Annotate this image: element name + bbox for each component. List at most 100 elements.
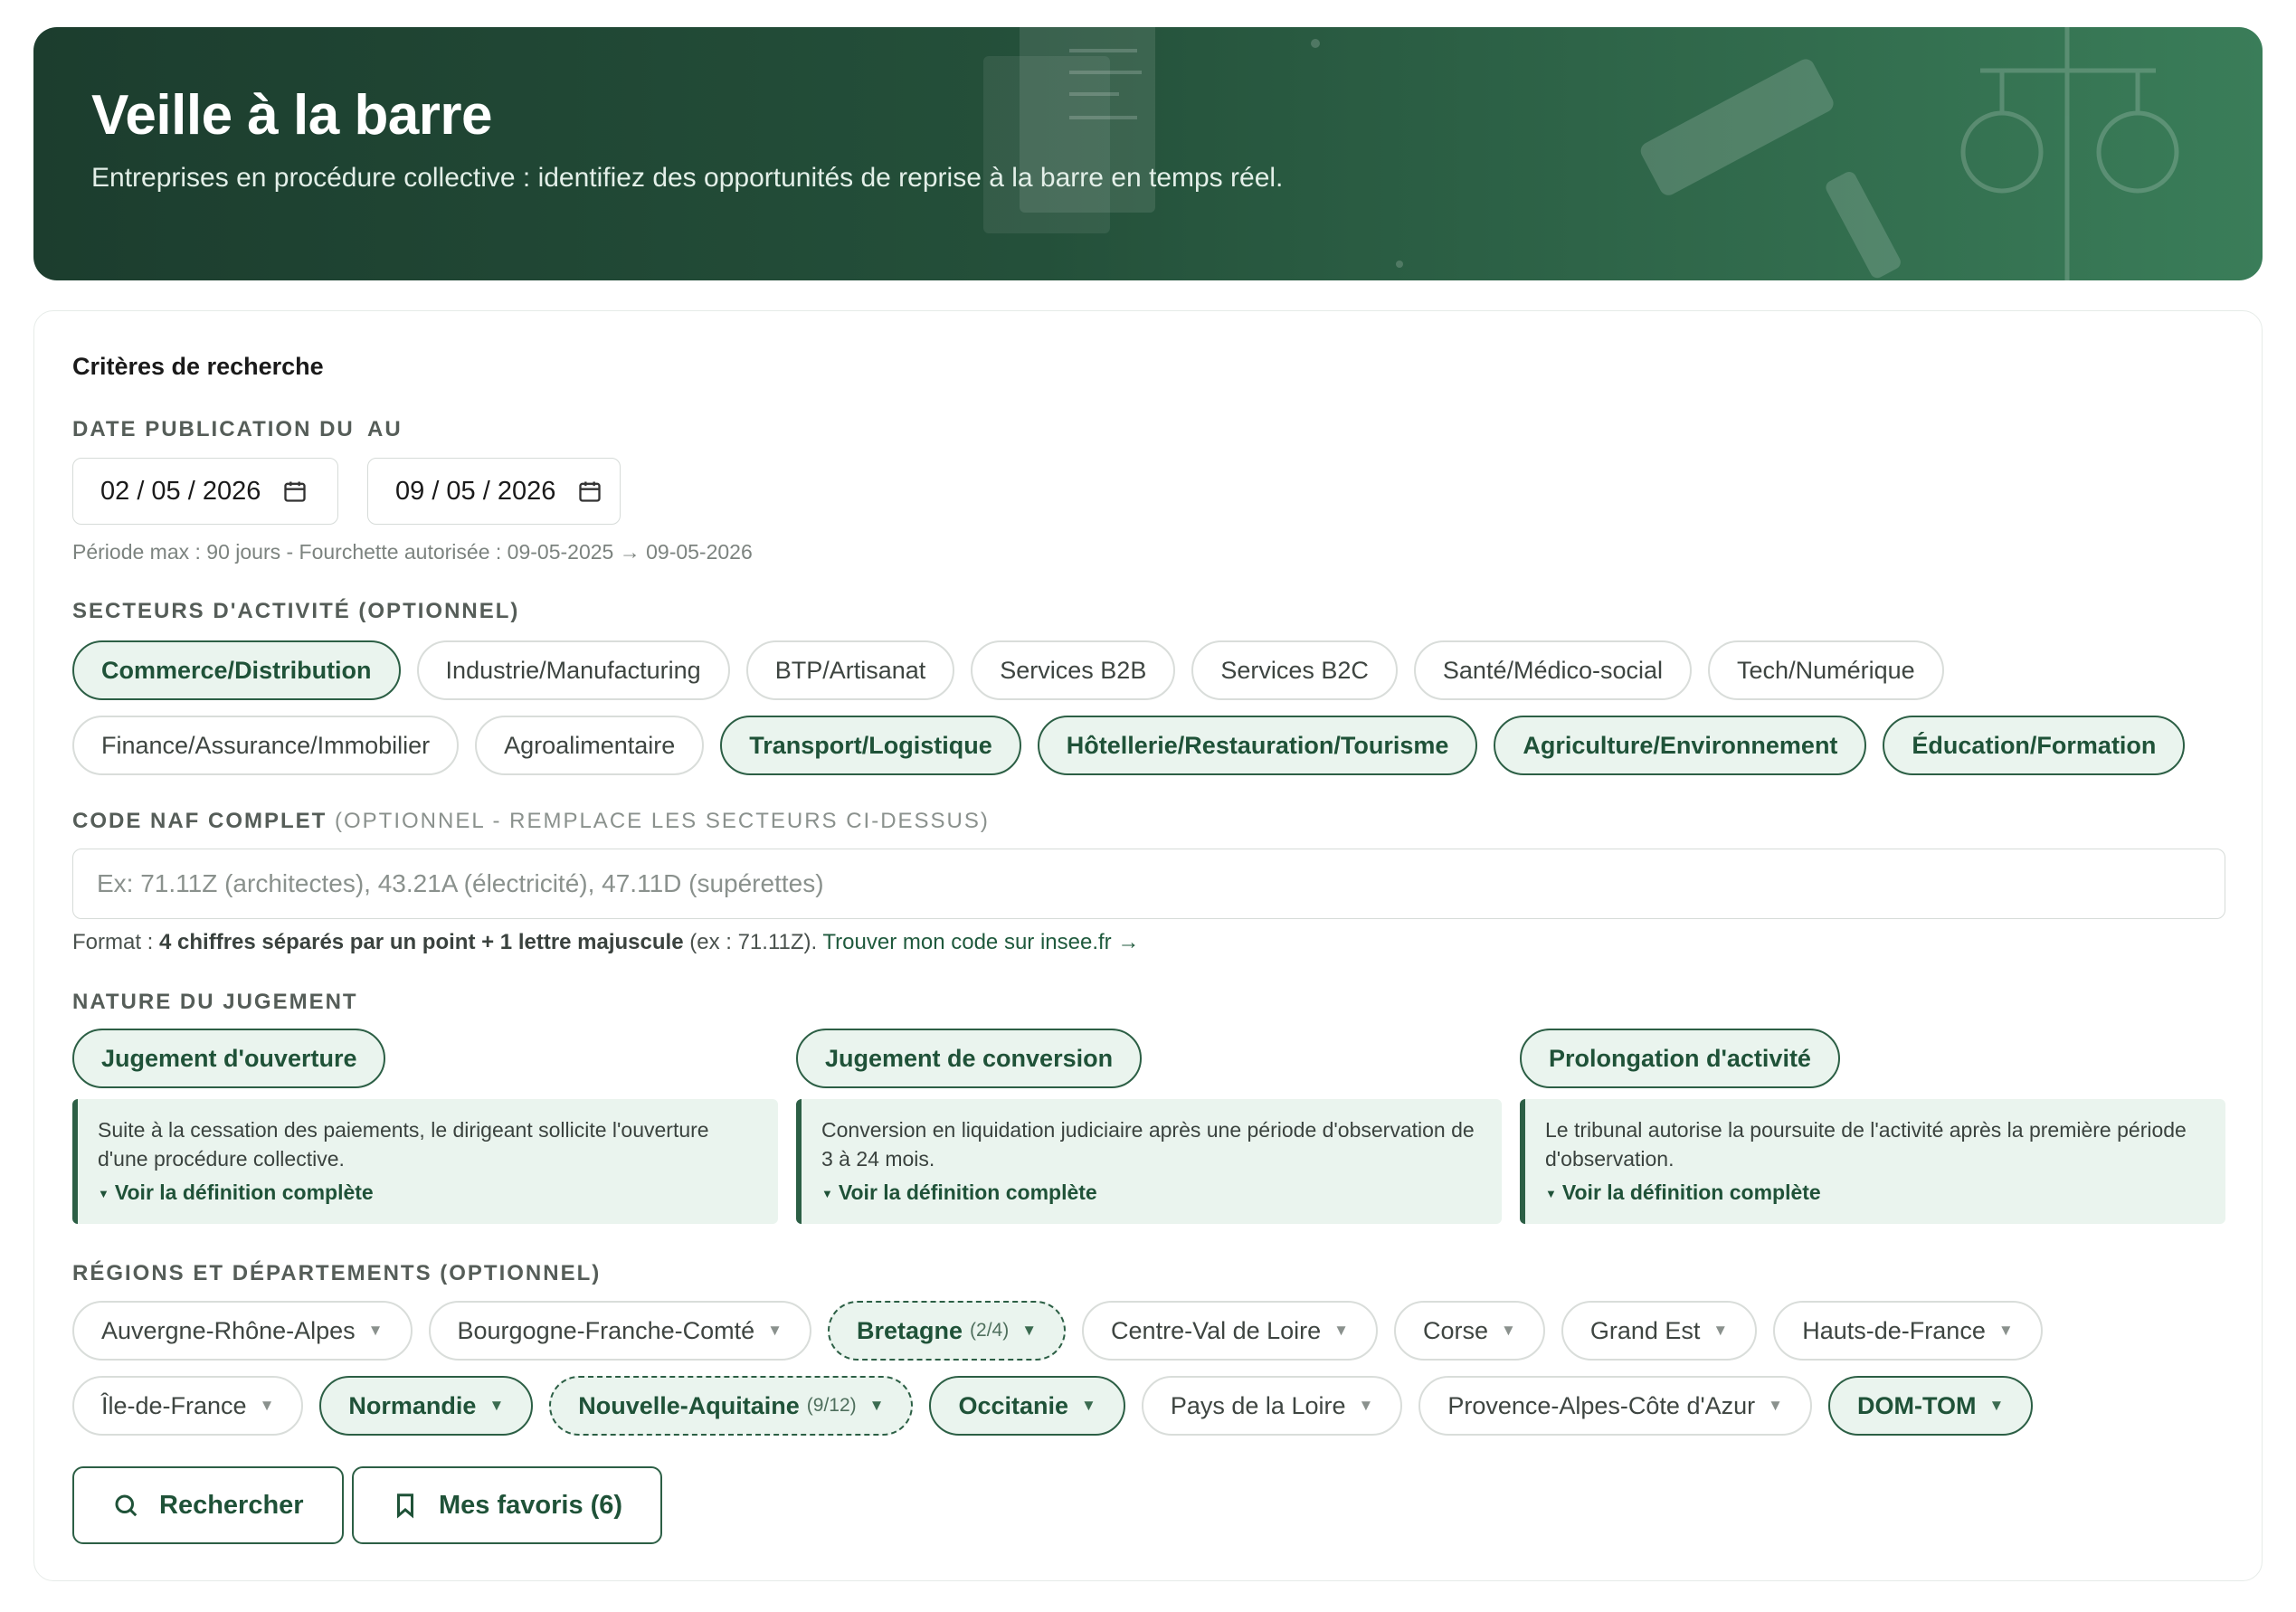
region-chip[interactable]: Bretagne (2/4) ▼ [828,1301,1067,1361]
region-chip[interactable]: Centre-Val de Loire ▼ [1082,1301,1378,1361]
legal-illustration-icon [983,27,2179,280]
region-chip[interactable]: Hauts-de-France ▼ [1773,1301,2043,1361]
format-example: (ex : 71.11Z). [683,930,823,954]
sectors-label: SECTEURS D'ACTIVITÉ (OPTIONNEL) [72,599,520,623]
caret-down-icon: ▼ [868,1397,885,1414]
region-name: Bretagne [857,1316,963,1344]
region-chip[interactable]: Normandie ▼ [319,1376,534,1436]
judgment-chip[interactable]: Jugement de conversion [796,1029,1143,1088]
judgment-description: Le tribunal autorise la poursuite de l'a… [1520,1099,2225,1224]
date-from-label: DATE PUBLICATION DU [72,417,355,441]
calendar-icon[interactable] [577,479,602,504]
sector-chip[interactable]: Éducation/Formation [1883,716,2186,775]
definition-toggle-label: Voir la définition complète [838,1181,1097,1204]
date-to-label: AU [367,417,403,441]
judgment-column: Jugement de conversion Conversion en liq… [796,1029,1502,1224]
naf-format-hint: Format : 4 chiffres séparés par un point… [72,930,1139,955]
caret-down-icon: ▼ [1501,1322,1516,1339]
definition-toggle[interactable]: ▼ Voir la définition complète [821,1181,1482,1205]
sector-chip[interactable]: Transport/Logistique [720,716,1021,775]
region-count: (9/12) [806,1395,857,1416]
sector-chip[interactable]: Industrie/Manufacturing [416,640,730,700]
judgment-desc-text: Suite à la cessation des paiements, le d… [98,1118,709,1171]
naf-label-optional: (OPTIONNEL - REMPLACE LES SECTEURS CI-DE… [335,809,990,833]
region-name: Corse [1423,1316,1489,1344]
caret-down-icon: ▼ [367,1322,384,1339]
region-name: Occitanie [958,1391,1069,1419]
caret-down-icon: ▼ [1713,1322,1729,1339]
region-chip[interactable]: Pays de la Loire ▼ [1141,1376,1403,1436]
bookmark-icon [397,1493,413,1519]
page-subtitle: Entreprises en procédure collective : id… [91,163,1284,193]
format-rule: 4 chiffres séparés par un point + 1 lett… [159,930,684,954]
region-name: Île-de-France [101,1391,247,1419]
sector-chip[interactable]: Commerce/Distribution [72,640,401,700]
region-name: DOM-TOM [1856,1391,1977,1419]
naf-code-input[interactable] [72,849,2225,919]
judgment-column: Jugement d'ouverture Suite à la cessatio… [72,1029,778,1224]
sector-chip[interactable]: Santé/Médico-social [1413,640,1693,700]
region-chip[interactable]: DOM-TOM ▼ [1827,1376,2034,1436]
favorites-button-label: Mes favoris (6) [439,1490,623,1520]
caret-down-icon: ▼ [821,1187,833,1201]
insee-link[interactable]: Trouver mon code sur insee.fr → [822,930,1139,954]
calendar-icon[interactable] [282,479,308,504]
sector-chip[interactable]: Agroalimentaire [475,716,705,775]
region-chip[interactable]: Île-de-France ▼ [72,1376,304,1436]
caret-down-icon: ▼ [1333,1322,1349,1339]
sector-chip[interactable]: Agriculture/Environnement [1494,716,1867,775]
region-name: Provence-Alpes-Côte d'Azur [1447,1391,1756,1419]
region-name: Hauts-de-France [1802,1316,1986,1344]
sector-chip[interactable]: Services B2B [971,640,1176,700]
judgment-description: Suite à la cessation des paiements, le d… [72,1099,778,1224]
caret-down-icon: ▼ [1081,1397,1096,1414]
definition-toggle-label: Voir la définition complète [1561,1181,1821,1204]
date-from-input[interactable]: 02 / 05 / 2026 [72,458,338,525]
judgment-column: Prolongation d'activité Le tribunal auto… [1520,1029,2225,1224]
sector-chip[interactable]: BTP/Artisanat [745,640,955,700]
search-button[interactable]: Rechercher [72,1466,344,1544]
judgment-desc-text: Le tribunal autorise la poursuite de l'a… [1545,1118,2187,1171]
search-icon [115,1494,138,1517]
region-chip[interactable]: Nouvelle-Aquitaine (9/12) ▼ [549,1376,914,1436]
page: Veille à la barre Entreprises en procédu… [0,0,2296,1612]
judgment-desc-text: Conversion en liquidation judiciaire apr… [821,1118,1475,1171]
caret-down-icon: ▼ [259,1397,275,1414]
caret-down-icon: ▼ [1545,1187,1557,1201]
region-chip[interactable]: Auvergne-Rhône-Alpes ▼ [72,1301,413,1361]
search-button-label: Rechercher [159,1490,304,1520]
date-from-value: 02 / 05 / 2026 [100,476,261,506]
region-chip[interactable]: Corse ▼ [1394,1301,1545,1361]
region-name: Normandie [348,1391,477,1419]
date-to-input[interactable]: 09 / 05 / 2026 [367,458,621,525]
sectors-row-2: Finance/Assurance/Immobilier Agroaliment… [72,716,2186,775]
caret-down-icon: ▼ [1988,1397,2005,1414]
judgment-chip[interactable]: Jugement d'ouverture [72,1029,386,1088]
region-name: Centre-Val de Loire [1111,1316,1322,1344]
judgment-chip[interactable]: Prolongation d'activité [1520,1029,1840,1088]
region-chip[interactable]: Provence-Alpes-Côte d'Azur ▼ [1418,1376,1812,1436]
caret-down-icon: ▼ [489,1397,505,1414]
caret-down-icon: ▼ [98,1187,109,1201]
caret-down-icon: ▼ [1021,1322,1038,1339]
region-name: Auvergne-Rhône-Alpes [101,1316,356,1344]
definition-toggle-label: Voir la définition complète [114,1181,374,1204]
favorites-button[interactable]: Mes favoris (6) [352,1466,663,1544]
region-chip[interactable]: Bourgogne-Franche-Comté ▼ [428,1301,811,1361]
sector-chip[interactable]: Tech/Numérique [1708,640,1944,700]
caret-down-icon: ▼ [767,1322,783,1339]
region-count: (2/4) [970,1320,1010,1341]
region-name: Grand Est [1589,1316,1701,1344]
sector-chip[interactable]: Hôtellerie/Restauration/Tourisme [1037,716,1478,775]
format-prefix: Format : [72,930,160,954]
page-title: Veille à la barre [91,84,493,147]
definition-toggle[interactable]: ▼ Voir la définition complète [1545,1181,2206,1205]
region-chip[interactable]: Occitanie ▼ [929,1376,1125,1436]
region-chip[interactable]: Grand Est ▼ [1561,1301,1758,1361]
region-name: Pays de la Loire [1170,1391,1346,1419]
sector-chip[interactable]: Services B2C [1191,640,1398,700]
definition-toggle[interactable]: ▼ Voir la définition complète [98,1181,758,1205]
judgment-description: Conversion en liquidation judiciaire apr… [796,1099,1502,1224]
sector-chip[interactable]: Finance/Assurance/Immobilier [72,716,460,775]
date-to-value: 09 / 05 / 2026 [395,476,556,506]
